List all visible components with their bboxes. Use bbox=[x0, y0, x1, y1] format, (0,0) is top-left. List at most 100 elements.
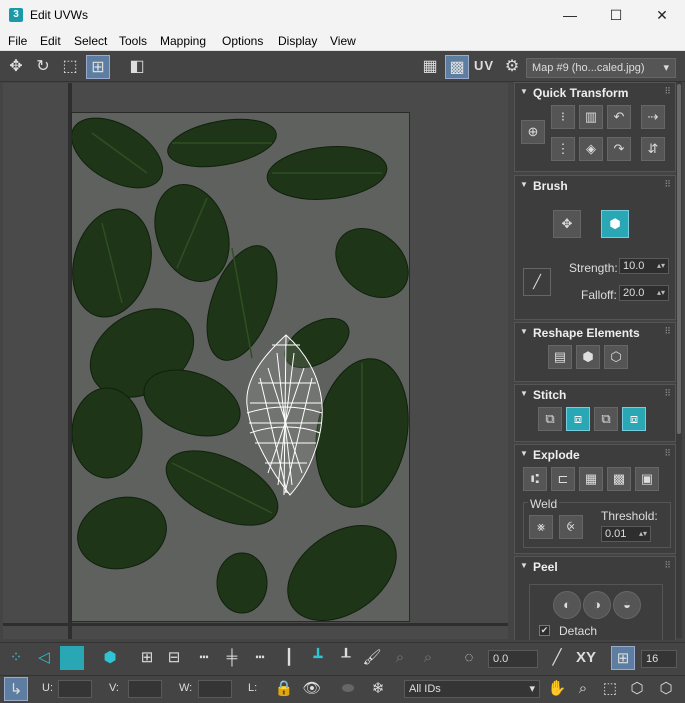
relax-settings-icon[interactable]: ⬡ bbox=[604, 345, 628, 369]
slash-tool-icon[interactable]: ╱ bbox=[545, 646, 569, 670]
flatten-by-polygon-angle-icon[interactable]: ▦ bbox=[579, 467, 603, 491]
space-vertical-icon[interactable]: ⇵ bbox=[641, 137, 665, 161]
minimize-button[interactable]: — bbox=[547, 0, 593, 31]
paint-grow-icon[interactable]: ⌕ bbox=[388, 646, 412, 670]
lock-icon[interactable]: 🔒 bbox=[272, 677, 296, 701]
detach-checkbox[interactable]: ✔ bbox=[539, 625, 550, 636]
weld-selected-icon[interactable]: ⨳ bbox=[529, 515, 553, 539]
grip-icon[interactable]: ⠿ bbox=[664, 179, 671, 190]
menu-mapping[interactable]: Mapping bbox=[160, 34, 206, 48]
zoom-selected-icon[interactable]: ⬡ bbox=[654, 677, 678, 701]
select-by-element-icon[interactable]: ┸ bbox=[334, 646, 358, 670]
stitch-to-target-icon[interactable]: ⧈ bbox=[566, 407, 590, 431]
menu-view[interactable]: View bbox=[330, 34, 356, 48]
collapse-triangle-icon[interactable]: ▼ bbox=[520, 87, 528, 96]
menu-select[interactable]: Select bbox=[74, 34, 107, 48]
grid-snap-icon[interactable]: ⊞ bbox=[611, 646, 635, 670]
grip-icon[interactable]: ⠿ bbox=[664, 388, 671, 399]
rollout-title[interactable]: Reshape Elements bbox=[533, 326, 640, 340]
straighten-selection-icon[interactable]: ▤ bbox=[548, 345, 572, 369]
collapse-triangle-icon[interactable]: ▼ bbox=[520, 180, 528, 189]
u-field[interactable] bbox=[58, 680, 92, 698]
rotate-cw-icon[interactable]: ↷ bbox=[607, 137, 631, 161]
edge-loop-icon[interactable]: ┅ bbox=[248, 646, 272, 670]
rotate-ccw-icon[interactable]: ↶ bbox=[607, 105, 631, 129]
menu-file[interactable]: File bbox=[8, 34, 27, 48]
move-icon[interactable]: ✥ bbox=[4, 55, 28, 79]
hide-icon[interactable]: 👁 bbox=[300, 677, 324, 701]
xy-coordinate-toggle[interactable]: XY bbox=[572, 646, 600, 670]
id-filter-select[interactable]: All IDs ▾ bbox=[404, 680, 540, 698]
map-select-dropdown[interactable]: Map #9 (ho...caled.jpg) ▾ bbox=[526, 58, 676, 78]
pivot-icon[interactable]: ⊕ bbox=[521, 120, 545, 144]
strength-spinner[interactable]: 10.0 ▴▾ bbox=[619, 258, 669, 274]
falloff-spinner[interactable]: 20.0 ▴▾ bbox=[619, 285, 669, 301]
show-map-icon[interactable]: ▩ bbox=[445, 55, 469, 79]
rollout-title[interactable]: Brush bbox=[533, 179, 568, 193]
rotate-icon[interactable]: ↻ bbox=[31, 55, 55, 79]
brush-falloff-curve-icon[interactable]: ╱ bbox=[523, 268, 551, 296]
mirror-icon[interactable]: ◧ bbox=[125, 55, 149, 79]
flatten-by-smoothing-icon[interactable]: ▩ bbox=[607, 467, 631, 491]
uv-mode-label[interactable]: UV bbox=[474, 58, 494, 73]
checker-pattern-icon[interactable]: ▦ bbox=[418, 55, 442, 79]
collapse-triangle-icon[interactable]: ▼ bbox=[520, 449, 528, 458]
rollout-title[interactable]: Quick Transform bbox=[533, 86, 628, 100]
ring-icon[interactable]: ╪ bbox=[220, 646, 244, 670]
scrollbar-thumb[interactable] bbox=[677, 84, 681, 434]
collapse-triangle-icon[interactable]: ▼ bbox=[520, 327, 528, 336]
panel-scrollbar[interactable] bbox=[676, 82, 682, 638]
paint-move-icon[interactable]: ✥ bbox=[553, 210, 581, 238]
zoom-extents-icon[interactable]: ⬡ bbox=[625, 677, 649, 701]
spinner-arrows-icon[interactable]: ▴▾ bbox=[639, 527, 647, 541]
space-horizontal-icon[interactable]: ▥ bbox=[579, 105, 603, 129]
paint-shrink-icon[interactable]: ⌕ bbox=[416, 646, 440, 670]
pan-icon[interactable]: ✋ bbox=[545, 677, 569, 701]
relax-brush-icon[interactable]: ⬢ bbox=[601, 210, 629, 238]
freeze-icon[interactable]: ❄ bbox=[366, 677, 390, 701]
scale-icon[interactable]: ⬚ bbox=[58, 55, 82, 79]
break-icon[interactable]: ⑆ bbox=[523, 467, 547, 491]
unhide-icon[interactable]: ⬬ bbox=[336, 677, 360, 701]
quick-peel-icon[interactable]: ◐ bbox=[553, 591, 581, 619]
grip-icon[interactable]: ⠿ bbox=[664, 560, 671, 571]
polygon-mode-icon[interactable] bbox=[60, 646, 84, 670]
spinner-arrows-icon[interactable]: ▴▾ bbox=[657, 259, 665, 273]
grip-icon[interactable]: ⠿ bbox=[664, 86, 671, 97]
absolute-mode-icon[interactable]: ↳ bbox=[4, 677, 28, 701]
paint-select-icon[interactable]: 🖌 bbox=[360, 646, 384, 670]
freeform-mode-icon[interactable]: ⊞ bbox=[86, 55, 110, 79]
rollout-title[interactable]: Peel bbox=[533, 560, 558, 574]
collapse-triangle-icon[interactable]: ▼ bbox=[520, 389, 528, 398]
menu-edit[interactable]: Edit bbox=[40, 34, 61, 48]
spinner-arrows-icon[interactable]: ▴▾ bbox=[657, 286, 665, 300]
shrink-selection-icon[interactable]: ⊟ bbox=[162, 646, 186, 670]
edge-mode-icon[interactable]: ◁ bbox=[32, 646, 56, 670]
threshold-spinner[interactable]: 0.01 ▴▾ bbox=[601, 526, 651, 542]
maximize-button[interactable]: ☐ bbox=[593, 0, 639, 31]
relax-icon[interactable]: ⬢ bbox=[576, 345, 600, 369]
point-to-point-edge-icon[interactable]: ┻ bbox=[306, 646, 330, 670]
peel-mode-icon[interactable]: ◑ bbox=[583, 591, 611, 619]
texture-settings-icon[interactable]: ⚙ bbox=[500, 55, 524, 79]
vertex-mode-icon[interactable]: ⁘ bbox=[4, 646, 28, 670]
menu-display[interactable]: Display bbox=[278, 34, 317, 48]
loop-icon[interactable]: ┅ bbox=[192, 646, 216, 670]
stitch-average-icon[interactable]: ⧉ bbox=[594, 407, 618, 431]
rotate-angle-icon[interactable]: ◌ bbox=[457, 646, 481, 670]
align-horizontal-icon[interactable]: ⁝ bbox=[551, 105, 575, 129]
flatten-by-material-icon[interactable]: ▣ bbox=[635, 467, 659, 491]
snap-value-field[interactable]: 16 bbox=[641, 650, 677, 668]
grip-icon[interactable]: ⠿ bbox=[664, 448, 671, 459]
stitch-to-source-icon[interactable]: ⧈ bbox=[622, 407, 646, 431]
separator-select-icon[interactable]: ┃ bbox=[277, 646, 301, 670]
collapse-triangle-icon[interactable]: ▼ bbox=[520, 561, 528, 570]
detach-edge-verts-icon[interactable]: ⊏ bbox=[551, 467, 575, 491]
align-vertical-icon[interactable]: ⋮ bbox=[551, 137, 575, 161]
rollout-title[interactable]: Stitch bbox=[533, 388, 566, 402]
align-to-center-icon[interactable]: ◈ bbox=[579, 137, 603, 161]
rollout-title[interactable]: Explode bbox=[533, 448, 580, 462]
angle-field[interactable]: 0.0 bbox=[488, 650, 538, 668]
stitch-custom-icon[interactable]: ⧉ bbox=[538, 407, 562, 431]
grip-icon[interactable]: ⠿ bbox=[664, 326, 671, 337]
